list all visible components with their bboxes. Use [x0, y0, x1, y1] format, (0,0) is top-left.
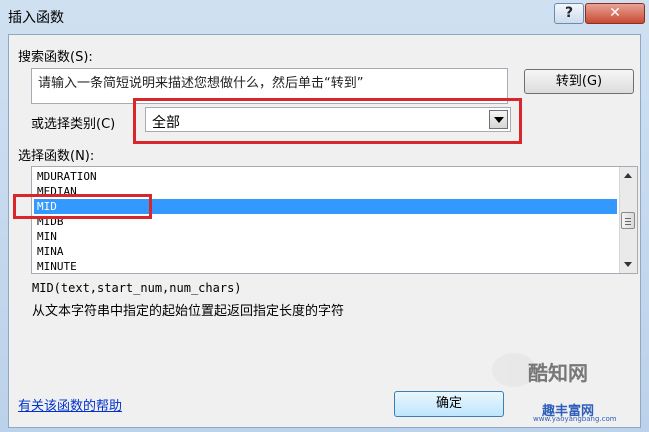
- help-button[interactable]: ?: [554, 3, 584, 24]
- go-button[interactable]: 转到(G): [524, 69, 634, 94]
- title-bar[interactable]: 插入函数 ? ✕: [0, 0, 649, 32]
- selection-highlight-box: [13, 194, 152, 219]
- close-icon: ✕: [609, 5, 621, 21]
- window-title: 插入函数: [8, 10, 64, 26]
- scrollbar-thumb[interactable]: [621, 212, 635, 229]
- close-button[interactable]: ✕: [585, 3, 645, 24]
- list-item[interactable]: MDURATION: [34, 169, 617, 184]
- scroll-down-icon[interactable]: [624, 262, 632, 267]
- list-item[interactable]: MINA: [34, 244, 617, 259]
- insert-function-dialog: 插入函数 ? ✕ 搜索函数(S): 请输入一条简短说明来描述您想做什么，然后单击…: [0, 0, 649, 432]
- list-item[interactable]: MIN: [34, 229, 617, 244]
- question-icon: ?: [564, 5, 574, 21]
- function-syntax: MID(text,start_num,num_chars): [32, 281, 242, 295]
- watermark-brand: 酷知网: [528, 361, 588, 385]
- vertical-scrollbar[interactable]: [619, 167, 637, 273]
- function-help-link[interactable]: 有关该函数的帮助: [18, 395, 122, 414]
- function-list-label: 选择函数(N):: [18, 149, 95, 164]
- grip-line: [625, 224, 631, 225]
- list-item[interactable]: MINUTE: [34, 259, 617, 273]
- search-label: 搜索函数(S):: [18, 50, 93, 65]
- function-list[interactable]: MDURATION MEDIAN MID MIDB MIN MINA MINUT…: [31, 166, 638, 274]
- grip-line: [625, 218, 631, 219]
- scroll-up-icon[interactable]: [624, 173, 632, 178]
- function-description: 从文本字符串中指定的起始位置起返回指定长度的字符: [32, 304, 345, 319]
- search-input-text: 请输入一条简短说明来描述您想做什么，然后单击“转到”: [38, 76, 364, 91]
- grip-line: [625, 221, 631, 222]
- category-highlight-box: [133, 98, 522, 144]
- watermark: 酷知网 趣丰富网 www.yaoyangbang.com: [410, 345, 640, 427]
- watermark-url: www.yaoyangbang.com: [533, 415, 617, 423]
- category-label: 或选择类别(C): [31, 117, 116, 132]
